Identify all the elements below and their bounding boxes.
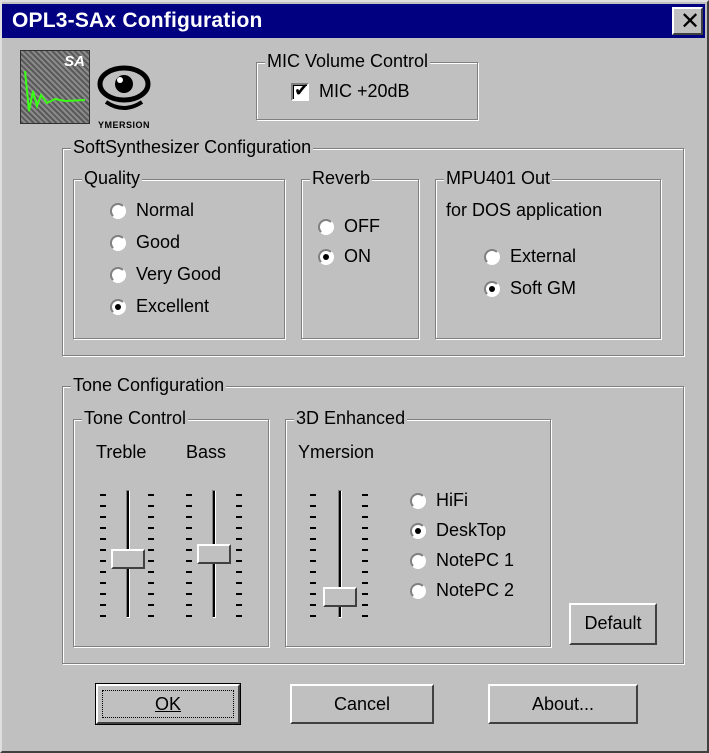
enhanced-notepc2-radio[interactable]: NotePC 2: [410, 580, 514, 601]
radio-label: Normal: [136, 200, 195, 220]
enhanced-hifi-radio[interactable]: HiFi: [410, 490, 468, 511]
radio-selected-icon: [484, 280, 500, 297]
enhanced-notepc1-radio[interactable]: NotePC 1: [410, 550, 514, 571]
quality-group-label: Quality: [82, 168, 143, 189]
bass-ticks-right: [236, 494, 244, 626]
radio-icon: [110, 202, 126, 219]
radio-label: External: [510, 246, 577, 266]
tone-config-group: Tone Configuration Tone Control Treble B…: [62, 375, 684, 664]
quality-excellent-radio[interactable]: Excellent: [110, 296, 209, 317]
tone-control-group-label: Tone Control: [82, 408, 189, 429]
radio-icon: [410, 492, 426, 509]
mpu401-group: MPU401 Out for DOS application External …: [435, 168, 661, 339]
window-title: OPL3-SAx Configuration: [12, 9, 263, 32]
radio-label: Very Good: [136, 264, 222, 284]
reverb-group-label: Reverb: [310, 168, 373, 189]
mic-volume-group: MIC Volume Control ✔ MIC +20dB: [256, 51, 478, 120]
cancel-button-label: Cancel: [333, 694, 391, 714]
mpu401-group-label: MPU401 Out: [444, 168, 553, 189]
mpu401-sublabel: for DOS application: [446, 200, 603, 220]
mic-boost-label[interactable]: MIC +20dB: [319, 81, 410, 102]
softsynth-group-label: SoftSynthesizer Configuration: [71, 137, 314, 158]
quality-group: Quality Normal Good Very Good Excellent: [73, 168, 285, 339]
mic-boost-checkbox[interactable]: ✔: [291, 80, 310, 101]
close-button[interactable]: ✕: [672, 7, 703, 35]
radio-label: Soft GM: [510, 278, 577, 298]
radio-label: HiFi: [436, 490, 468, 510]
treble-ticks-right: [148, 494, 156, 626]
ymersion-label: Ymersion: [298, 442, 375, 462]
mpu-soft-gm-radio[interactable]: Soft GM: [484, 278, 576, 299]
radio-label: ON: [344, 246, 371, 266]
default-button-label: Default: [584, 613, 642, 633]
sa-logo: SA: [20, 50, 90, 124]
ymersion-ticks-left: [310, 494, 318, 626]
treble-label: Treble: [96, 442, 147, 462]
radio-icon: [110, 234, 126, 251]
treble-ticks-left: [100, 494, 108, 626]
radio-selected-icon: [318, 248, 334, 265]
radio-label: DeskTop: [436, 520, 507, 540]
radio-label: OFF: [344, 216, 380, 236]
3d-enhanced-group-label: 3D Enhanced: [294, 408, 408, 429]
mpu-external-radio[interactable]: External: [484, 246, 576, 267]
quality-good-radio[interactable]: Good: [110, 232, 180, 253]
ymersion-logo-text: YMERSION: [97, 120, 150, 130]
enhanced-desktop-radio[interactable]: DeskTop: [410, 520, 506, 541]
3d-enhanced-group: 3D Enhanced Ymersion HiFi DeskTop NotePC…: [285, 408, 551, 647]
cancel-button[interactable]: Cancel: [290, 684, 434, 724]
sa-logo-text: SA: [64, 53, 85, 70]
tone-control-group: Tone Control Treble Bass: [73, 408, 269, 647]
bass-slider-thumb[interactable]: [197, 544, 231, 564]
reverb-off-radio[interactable]: OFF: [318, 216, 380, 237]
about-button[interactable]: About...: [488, 684, 638, 724]
ymersion-ticks-right: [362, 494, 370, 626]
focus-rect: [102, 690, 234, 718]
radio-label: Excellent: [136, 296, 210, 316]
radio-label: NotePC 1: [436, 550, 515, 570]
radio-label: Good: [136, 232, 181, 252]
bass-label: Bass: [186, 442, 227, 462]
default-button[interactable]: Default: [569, 603, 657, 645]
tone-config-group-label: Tone Configuration: [71, 375, 227, 396]
close-icon: ✕: [680, 7, 701, 35]
ok-button[interactable]: OK: [95, 683, 241, 725]
radio-icon: [318, 218, 334, 235]
treble-slider-thumb[interactable]: [111, 549, 145, 570]
ymersion-eye-icon: [97, 65, 151, 110]
radio-selected-icon: [410, 522, 426, 539]
quality-very-good-radio[interactable]: Very Good: [110, 264, 221, 285]
reverb-group: Reverb OFF ON: [301, 168, 419, 339]
radio-icon: [484, 248, 500, 265]
quality-normal-radio[interactable]: Normal: [110, 200, 194, 221]
checkmark-icon: ✔: [294, 80, 310, 101]
radio-selected-icon: [110, 298, 126, 315]
reverb-on-radio[interactable]: ON: [318, 246, 371, 267]
bass-ticks-left: [186, 494, 194, 626]
radio-label: NotePC 2: [436, 580, 515, 600]
about-button-label: About...: [531, 694, 595, 714]
radio-icon: [410, 582, 426, 599]
softsynth-group: SoftSynthesizer Configuration Quality No…: [62, 137, 684, 356]
title-bar[interactable]: OPL3-SAx Configuration ✕: [2, 4, 705, 38]
ymersion-logo: YMERSION: [96, 58, 152, 130]
mic-volume-group-label: MIC Volume Control: [265, 51, 431, 72]
radio-icon: [110, 266, 126, 283]
radio-icon: [410, 552, 426, 569]
ymersion-slider-thumb[interactable]: [323, 587, 357, 608]
